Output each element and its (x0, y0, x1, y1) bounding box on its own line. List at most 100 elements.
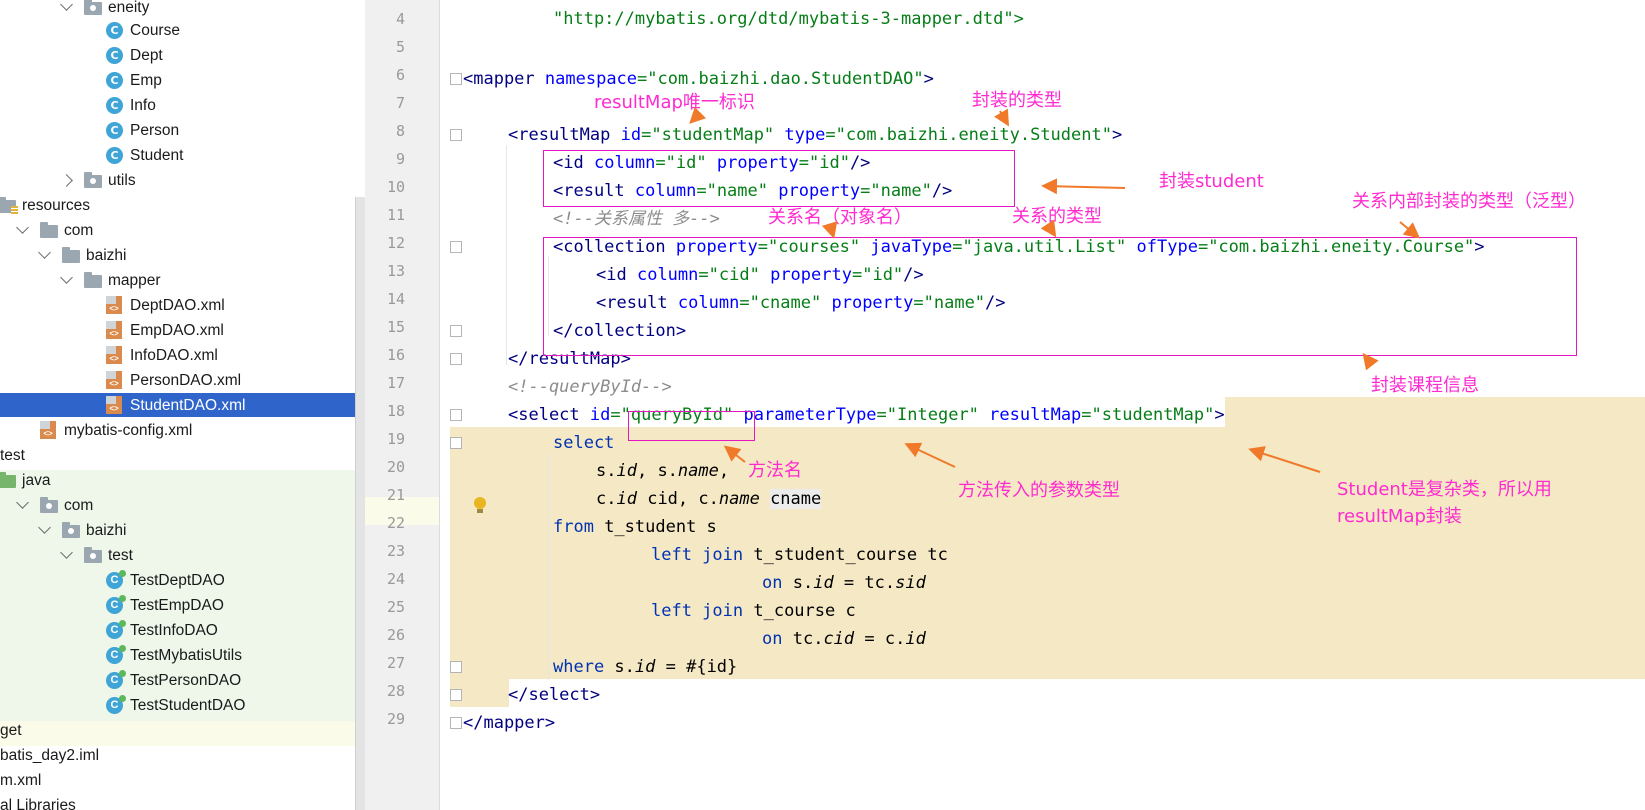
chevron-down-icon[interactable] (60, 271, 73, 284)
tree-item[interactable]: baizhi (0, 243, 355, 268)
fold-marker[interactable] (450, 437, 462, 449)
tree-item[interactable]: java (0, 468, 355, 493)
fold-marker[interactable] (450, 129, 462, 141)
tree-item[interactable]: C TestDeptDAO (0, 568, 355, 593)
fold-marker[interactable] (450, 325, 462, 337)
tree-item[interactable]: get (0, 718, 355, 743)
lightbulb-icon[interactable] (474, 497, 486, 513)
line-number: 16 (386, 346, 405, 364)
xml-file-icon: <> (106, 296, 122, 314)
tree-item[interactable]: <> PersonDAO.xml (0, 368, 355, 393)
tree-item-label: EmpDAO.xml (130, 322, 224, 339)
note-method-name: 方法名 (748, 460, 802, 481)
xml-file-icon: <> (106, 321, 122, 339)
tree-item[interactable]: al Libraries (0, 793, 355, 810)
tree-item[interactable]: baizhi (0, 518, 355, 543)
line-number: 14 (386, 290, 405, 308)
tree-item[interactable]: m.xml (0, 768, 355, 793)
annotation-box-collection (543, 237, 1577, 356)
fold-marker[interactable] (450, 73, 462, 85)
line-number: 8 (395, 122, 405, 140)
code-line-8: <resultMap id="studentMap" type="com.bai… (508, 125, 1123, 145)
tree-item[interactable]: test (0, 543, 355, 568)
tree-item[interactable]: <> mybatis-config.xml (0, 418, 355, 443)
tree-item-label: al Libraries (0, 797, 76, 810)
tree-item-label: m.xml (0, 772, 42, 789)
test-class-icon: C (106, 570, 126, 589)
tree-item-label: Course (130, 22, 180, 39)
chevron-down-icon[interactable] (16, 496, 29, 509)
line-number: 17 (386, 374, 405, 392)
tree-item[interactable]: batis_day2.iml (0, 743, 355, 768)
tree-item[interactable]: C TestPersonDAO (0, 668, 355, 693)
class-icon: C (106, 97, 123, 114)
tree-item[interactable]: C TestInfoDAO (0, 618, 355, 643)
tree-item[interactable]: C Student (0, 143, 355, 168)
tree-item[interactable]: test (0, 443, 355, 468)
tree-item-label: utils (108, 172, 136, 189)
fold-marker[interactable] (450, 661, 462, 673)
code-line-28: </select> (508, 685, 601, 705)
note-param-type: 方法传入的参数类型 (958, 480, 1120, 501)
line-number: 6 (395, 66, 405, 84)
tree-item-label: eneity (108, 0, 150, 16)
code-line-23: left join t_student_course tc (651, 545, 948, 565)
chevron-right-icon[interactable] (60, 174, 73, 187)
tree-item-label: TestInfoDAO (130, 622, 218, 639)
tree-item-label: Person (130, 122, 180, 139)
tree-item[interactable]: <> InfoDAO.xml (0, 343, 355, 368)
tree-item[interactable]: <> EmpDAO.xml (0, 318, 355, 343)
tree-item-label: batis_day2.iml (0, 747, 100, 764)
tree-item[interactable]: C Info (0, 93, 355, 118)
tree-item[interactable]: resources (0, 193, 355, 218)
chevron-down-icon[interactable] (60, 546, 73, 559)
tree-item[interactable]: C TestMybatisUtils (0, 643, 355, 668)
tree-item[interactable]: C Emp (0, 68, 355, 93)
tree-item-label: TestEmpDAO (130, 597, 224, 614)
code-line-18: <select id="queryById" parameterType="In… (508, 405, 1225, 425)
tree-item[interactable]: C Dept (0, 43, 355, 68)
tree-item-label: PersonDAO.xml (130, 372, 242, 389)
package-icon (84, 0, 102, 15)
tree-item[interactable]: com (0, 218, 355, 243)
line-number: 4 (395, 10, 405, 28)
chevron-down-icon[interactable] (60, 0, 73, 11)
line-number: 23 (386, 542, 405, 560)
line-number: 5 (395, 38, 405, 56)
tree-item[interactable]: <> StudentDAO.xml (0, 393, 355, 418)
tree-item[interactable]: C Person (0, 118, 355, 143)
fold-marker[interactable] (450, 717, 462, 729)
tree-item[interactable]: com (0, 493, 355, 518)
note-inner-type: 关系内部封装的类型（泛型） (1352, 191, 1586, 212)
fold-marker[interactable] (450, 409, 462, 421)
tree-item[interactable]: mapper (0, 268, 355, 293)
package-icon (62, 522, 80, 538)
tree-item-label: Emp (130, 72, 162, 89)
tree-item[interactable]: C TestStudentDAO (0, 693, 355, 718)
note-wrap-type: 封装的类型 (972, 90, 1062, 111)
code-line-26: on tc.cid = c.id (762, 629, 926, 649)
tree-item-label: test (108, 547, 133, 564)
tree-item-label: baizhi (86, 247, 127, 264)
tree-item[interactable]: C Course (0, 18, 355, 43)
class-icon: C (106, 72, 123, 89)
code-line-27: where s.id = #{id} (553, 657, 738, 677)
tree-item[interactable]: utils (0, 168, 355, 193)
line-number: 10 (386, 178, 405, 196)
fold-marker[interactable] (450, 353, 462, 365)
tree-item[interactable]: C TestEmpDAO (0, 593, 355, 618)
tree-item[interactable]: <> DeptDAO.xml (0, 293, 355, 318)
tree-item-label: TestStudentDAO (130, 697, 246, 714)
folder-icon (62, 247, 80, 263)
line-number: 7 (395, 94, 405, 112)
fold-marker[interactable] (450, 241, 462, 253)
code-line-25: left join t_course c (651, 601, 856, 621)
note-resultmap-id: resultMap唯一标识 (594, 92, 755, 113)
chevron-down-icon[interactable] (38, 521, 51, 534)
tree-item[interactable]: eneity (0, 0, 355, 20)
fold-marker[interactable] (450, 689, 462, 701)
tree-item-label: test (0, 447, 25, 464)
note-wrap-course: 封装课程信息 (1371, 375, 1479, 396)
chevron-down-icon[interactable] (38, 246, 51, 259)
chevron-down-icon[interactable] (16, 221, 29, 234)
